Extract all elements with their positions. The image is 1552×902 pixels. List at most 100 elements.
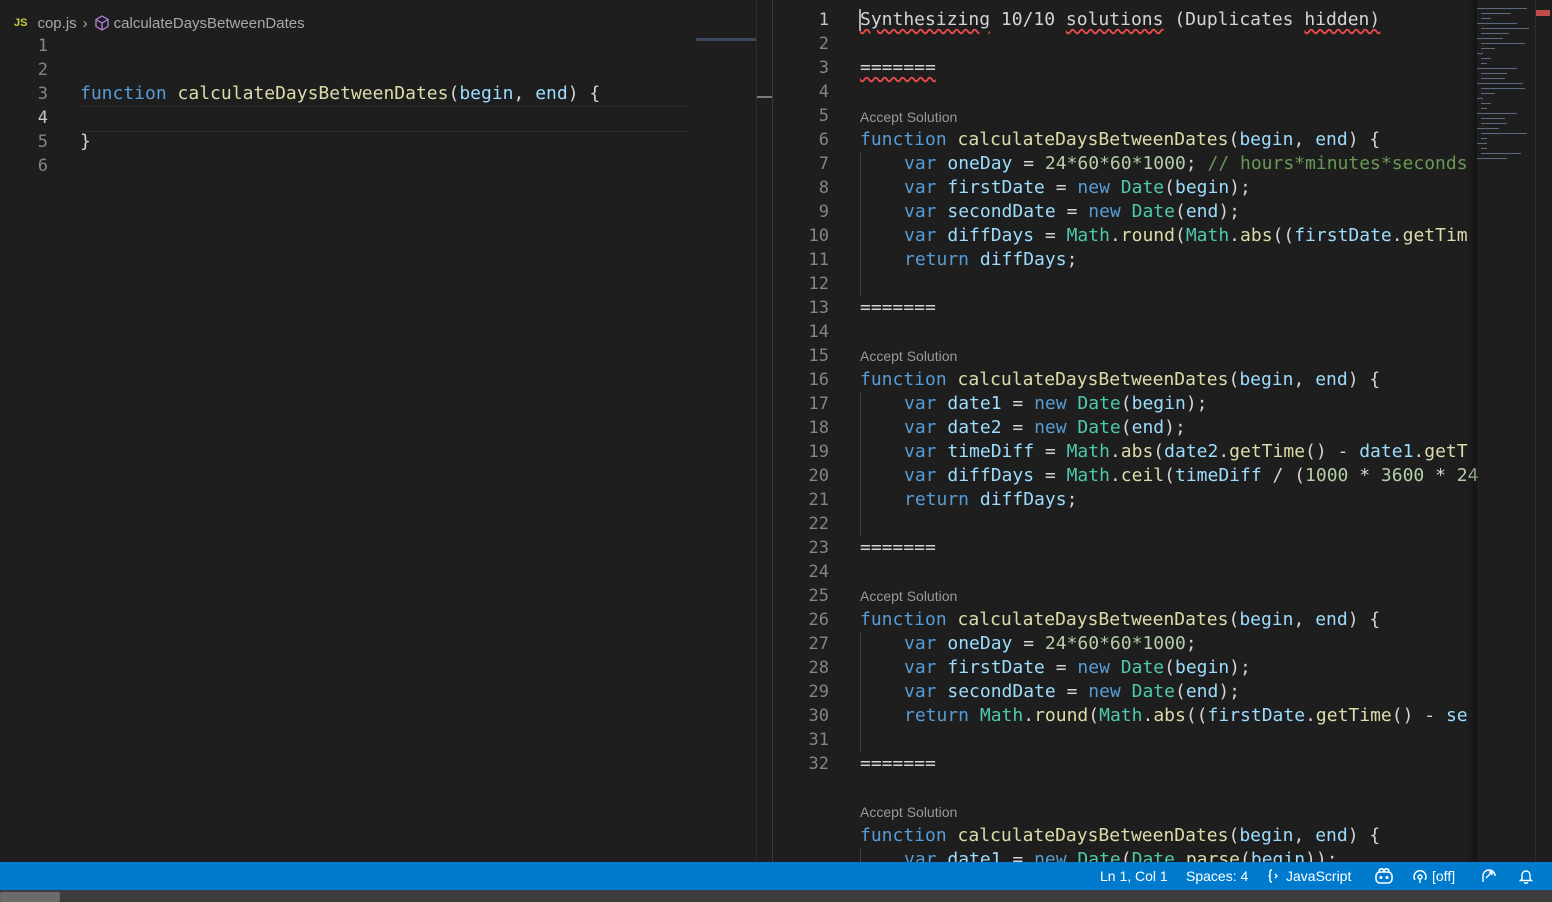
code-line[interactable]: var date2 = new Date(end); [904,416,1186,440]
code-line[interactable]: var firstDate = new Date(begin); [904,656,1251,680]
vertical-scrollbar[interactable] [756,0,773,862]
minimap-line [1481,108,1487,109]
indent-guide [860,848,861,862]
code-line-5[interactable]: } [80,130,91,154]
line-number: 1 [818,10,829,30]
cursor-position[interactable]: Ln 1, Col 1 [1100,862,1168,890]
line-number: 28 [808,658,829,678]
line-number: 13 [808,298,829,318]
taskbar-strip [0,890,1552,902]
left-editor[interactable]: JS cop.js › calculateDaysBetweenDates 1 … [0,0,773,862]
broadcast-icon [1413,870,1427,883]
code-line[interactable]: function calculateDaysBetweenDates(begin… [860,128,1380,152]
minimap-line [1477,98,1483,99]
code-line[interactable]: var diffDays = Math.ceil(timeDiff / (100… [904,464,1478,488]
code-line[interactable]: var firstDate = new Date(begin); [904,176,1251,200]
line-number: 5 [37,132,48,152]
minimap-line [1481,63,1487,64]
code-line[interactable]: return Math.round(Math.abs((firstDate.ge… [904,704,1468,728]
accept-solution-link[interactable]: Accept Solution [860,108,957,126]
minimap-line [1481,103,1491,104]
synthesizing-header[interactable]: Synthesizing 10/10 solutions (Duplicates… [860,8,1380,32]
minimap-line [1481,138,1487,139]
line-number: 15 [808,346,829,366]
code-line[interactable]: var date1 = new Date(begin); [904,392,1208,416]
status-bar: Ln 1, Col 1 Spaces: 4 JavaScript [off] [0,862,1552,890]
accept-solution-link[interactable]: Accept Solution [860,587,957,605]
minimap[interactable] [1477,8,1535,178]
line-number: 3 [37,84,48,104]
minimap-line [1477,158,1507,159]
code-line[interactable]: var date1 = new Date(Date.parse(begin)); [904,848,1338,862]
line-number: 4 [818,82,829,102]
code-line[interactable]: var oneDay = 24*60*60*1000; // hours*min… [904,152,1468,176]
code-line[interactable]: var oneDay = 24*60*60*1000; [904,632,1197,656]
code-line[interactable]: var secondDate = new Date(end); [904,200,1240,224]
line-number: 21 [808,490,829,510]
feedback-button[interactable] [1480,862,1498,890]
code-line[interactable]: function calculateDaysBetweenDates(begin… [860,368,1380,392]
minimap-line [1481,88,1525,89]
line-number: 22 [808,514,829,534]
line-number: 14 [808,322,829,342]
keyword: function [80,83,167,104]
feedback-icon [1482,869,1496,882]
minimap-line [1481,48,1495,49]
right-editor[interactable]: 1 2 3 4 5 6 7 8 9 10 11 12 13 14 15 16 17 18 19 20 21 22 23 24 2… [773,0,1552,862]
symbol-method-icon [95,15,109,31]
minimap-line [1481,33,1509,34]
current-line-highlight [80,106,688,132]
language-mode[interactable]: JavaScript [1266,862,1351,890]
accept-solution-link[interactable]: Accept Solution [860,347,957,365]
indentation[interactable]: Spaces: 4 [1186,862,1248,890]
code-line[interactable]: return diffDays; [904,488,1077,512]
separator: ======= [860,297,936,318]
code-line[interactable]: var diffDays = Math.round(Math.abs((firs… [904,224,1468,248]
code-line-3[interactable]: function calculateDaysBetweenDates(begin… [80,82,600,106]
live-share-status[interactable]: [off] [1412,862,1455,890]
function-name: calculateDaysBetweenDates [177,83,449,104]
indent-guide [860,152,861,296]
minimap-line [1481,18,1491,19]
line-number: 1 [37,36,48,56]
scrollbar-cursor-marker [757,96,772,98]
line-number: 6 [818,130,829,150]
minimap[interactable] [696,38,756,41]
line-number: 11 [808,250,829,270]
minimap-line [1481,43,1525,44]
notifications-button[interactable] [1518,862,1534,890]
minimap-line [1481,28,1529,29]
separator: ======= [860,57,936,78]
minimap-line [1477,8,1527,9]
breadcrumb-symbol[interactable]: calculateDaysBetweenDates [114,15,305,32]
minimap-line [1477,113,1517,114]
scroll-shadow [1467,0,1477,862]
minimap-line [1477,23,1517,24]
minimap-line [1481,123,1507,124]
separator: ======= [860,537,936,558]
code-line[interactable]: function calculateDaysBetweenDates(begin… [860,824,1380,848]
line-number: 25 [808,586,829,606]
line-number: 3 [818,58,829,78]
line-number: 10 [808,226,829,246]
minimap-line [1477,83,1523,84]
line-number: 9 [818,202,829,222]
code-line[interactable]: return diffDays; [904,248,1077,272]
code-line[interactable]: var timeDiff = Math.abs(date2.getTime() … [904,440,1468,464]
copilot-button[interactable] [1374,862,1394,890]
vertical-scrollbar[interactable] [1535,0,1552,862]
line-number: 7 [818,154,829,174]
breadcrumb-file[interactable]: cop.js [37,15,76,32]
line-number: 8 [818,178,829,198]
indent-guide [860,392,861,536]
taskbar-thumb [0,892,60,902]
code-line[interactable]: function calculateDaysBetweenDates(begin… [860,608,1380,632]
line-number: 20 [808,466,829,486]
js-file-icon: JS [14,17,28,29]
line-number: 29 [808,682,829,702]
minimap-line [1481,58,1491,59]
code-line[interactable]: var secondDate = new Date(end); [904,680,1240,704]
accept-solution-link[interactable]: Accept Solution [860,803,957,821]
minimap-line [1481,93,1495,94]
minimap-line [1477,53,1483,54]
